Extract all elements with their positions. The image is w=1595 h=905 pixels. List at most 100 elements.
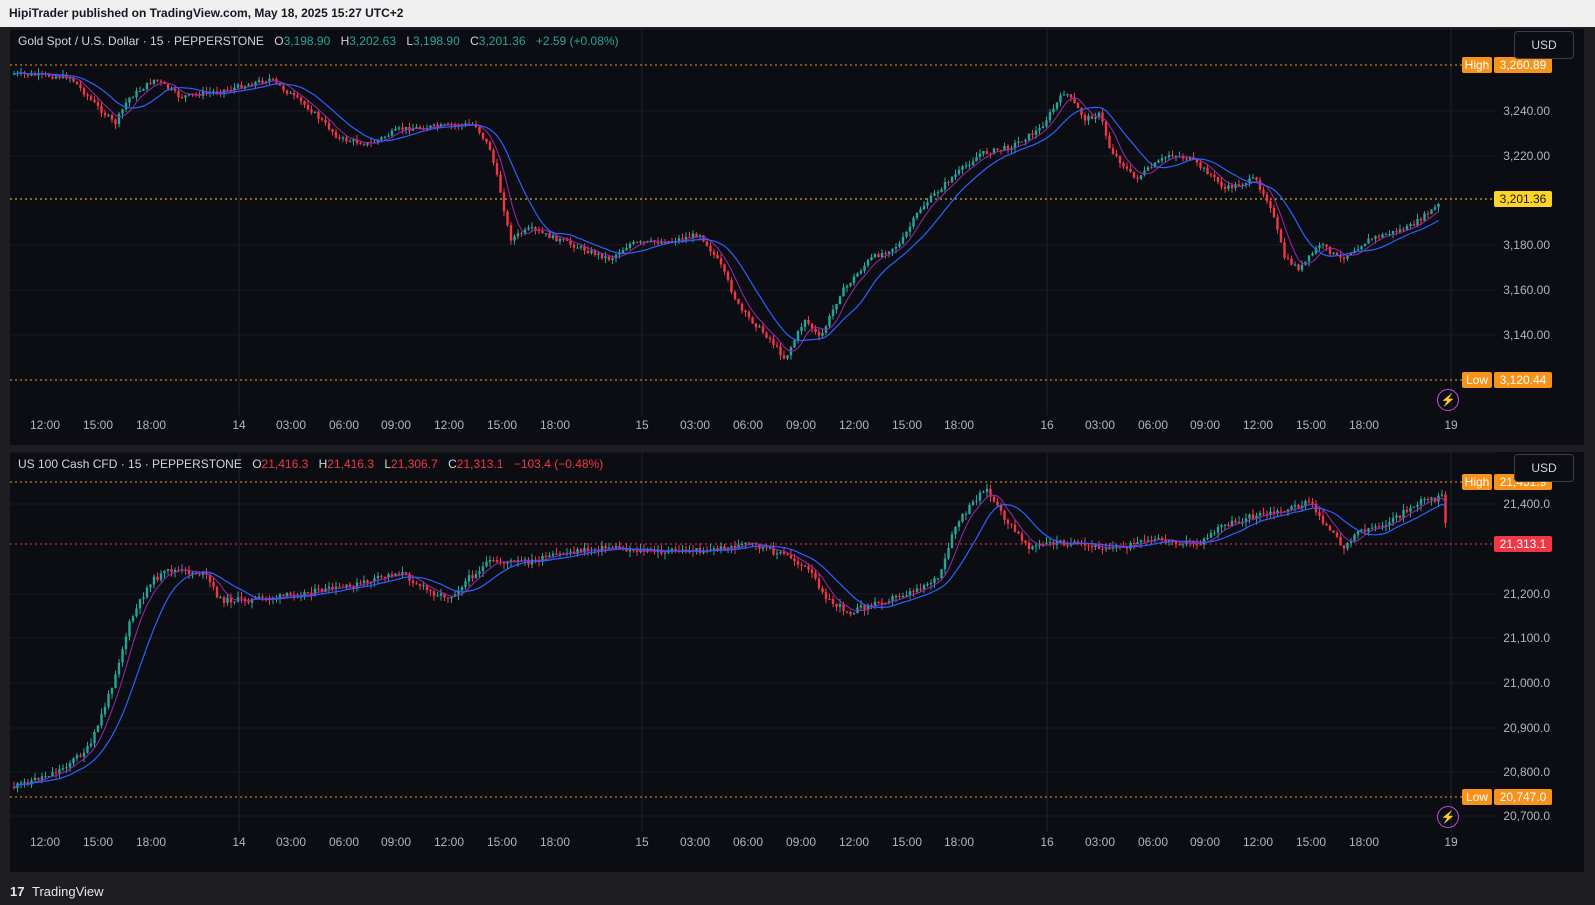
candle-body: [870, 605, 873, 607]
time-axis-label: 18:00: [1349, 418, 1379, 432]
us100-close-value: 21,313.1: [456, 457, 504, 471]
low-value-tag: 3,120.44: [1500, 373, 1547, 387]
time-axis-label: 18:00: [944, 418, 974, 432]
time-axis-label: 18:00: [136, 418, 166, 432]
candle-body: [1185, 158, 1188, 160]
candle-body: [376, 575, 380, 579]
candle-body: [1426, 213, 1430, 215]
candle-body: [1409, 507, 1412, 512]
chart-pane-us100[interactable]: 21,400.0 21,200.0 21,100.0 21,000.0 20,900.0…: [10, 452, 1584, 872]
lightning-icon[interactable]: ⚡: [1437, 389, 1459, 411]
candle-body: [1381, 525, 1384, 527]
candle-body: [1370, 238, 1374, 240]
candle-body: [761, 326, 765, 333]
time-axis-label: 12:00: [1243, 418, 1273, 432]
candle-body: [740, 543, 744, 545]
time-axis-label: 03:00: [276, 418, 306, 432]
candle-body: [975, 500, 978, 502]
candle-body: [544, 555, 548, 558]
candle-body: [1034, 130, 1038, 135]
candle-body: [1307, 500, 1311, 502]
candle-body: [82, 88, 86, 95]
candle-body: [1216, 526, 1220, 533]
candle-body: [1377, 236, 1381, 238]
candle-body: [604, 545, 607, 548]
time-axis-label: 18:00: [136, 835, 166, 849]
candle-body: [1027, 133, 1031, 140]
candle-body: [1125, 166, 1129, 169]
candle-body: [1300, 264, 1304, 271]
time-axis-label: 12:00: [839, 418, 869, 432]
candle-body: [100, 714, 103, 726]
candle-body: [1374, 236, 1377, 239]
candle-body: [1157, 537, 1160, 540]
candle-body: [859, 270, 863, 274]
us100-chart-canvas[interactable]: 21,400.0 21,200.0 21,100.0 21,000.0 20,900.0…: [10, 452, 1584, 872]
candle-body: [590, 250, 593, 254]
candle-body: [1423, 213, 1426, 221]
gold-symbol-label[interactable]: Gold Spot / U.S. Dollar · 15 · PEPPERSTO…: [18, 34, 264, 48]
candle-body: [61, 768, 65, 770]
candle-body: [1136, 542, 1139, 544]
candle-body: [940, 189, 943, 193]
candle-body: [516, 233, 520, 237]
gold-chart-canvas[interactable]: 3,240.00 3,220.00 3,180.00 3,160.00 3,140.00…: [10, 29, 1584, 445]
candle-body: [299, 97, 303, 102]
us100-currency-button[interactable]: USD: [1514, 454, 1574, 482]
candle-body: [905, 231, 908, 237]
candle-body: [502, 192, 506, 212]
candle-body: [163, 570, 166, 574]
candle-body: [271, 78, 275, 80]
low-label-tag: Low: [1466, 373, 1488, 387]
candle-body: [1227, 185, 1230, 189]
candle-body: [1118, 156, 1122, 164]
tradingview-brand[interactable]: TradingView: [32, 878, 104, 905]
candle-body: [1216, 176, 1220, 182]
tradingview-logo-icon[interactable]: 17: [10, 878, 24, 905]
candle-body: [1412, 224, 1416, 226]
candle-body: [1398, 515, 1402, 519]
candle-body: [912, 217, 915, 227]
candle-body: [1171, 155, 1174, 157]
candle-body: [313, 111, 317, 113]
candle-body: [817, 578, 821, 589]
candle-body: [814, 328, 817, 332]
candle-body: [1353, 534, 1356, 541]
candle-body: [257, 80, 261, 83]
chart-pane-gold[interactable]: 3,240.00 3,220.00 3,180.00 3,160.00 3,140.00…: [10, 29, 1584, 445]
gold-currency-button[interactable]: USD: [1514, 31, 1574, 59]
candle-body: [240, 597, 243, 599]
lightning-icon[interactable]: ⚡: [1437, 806, 1459, 828]
candle-body: [128, 621, 131, 637]
candle-body: [807, 566, 810, 570]
candle-body: [975, 156, 978, 162]
us100-open-value: 21,416.3: [261, 457, 309, 471]
candle-body: [758, 326, 761, 328]
candle-body: [1290, 506, 1293, 510]
us100-symbol-label[interactable]: US 100 Cash CFD · 15 · PEPPERSTONE: [18, 457, 242, 471]
candle-body: [306, 104, 310, 110]
candle-body: [1178, 544, 1181, 546]
candle-body: [1195, 159, 1199, 163]
candle-body: [600, 545, 604, 552]
candle-body: [1111, 148, 1115, 154]
candle-body: [320, 118, 324, 120]
candle-body: [499, 174, 502, 193]
candle-body: [838, 296, 842, 305]
candle-body: [1132, 542, 1136, 544]
candle-body: [779, 346, 782, 356]
candle-body: [1388, 233, 1391, 235]
candle-body: [530, 227, 534, 229]
candle-body: [110, 687, 114, 694]
candle-body: [1055, 102, 1059, 109]
candle-body: [170, 569, 173, 572]
candle-body: [831, 309, 835, 316]
time-axis-label: 12:00: [434, 835, 464, 849]
candle-body: [334, 131, 338, 138]
candle-body: [681, 238, 684, 240]
candle-body: [803, 565, 807, 567]
candle-body: [866, 260, 870, 266]
candle-body: [1234, 520, 1237, 523]
candle-body: [551, 553, 555, 556]
candle-body: [961, 514, 964, 522]
